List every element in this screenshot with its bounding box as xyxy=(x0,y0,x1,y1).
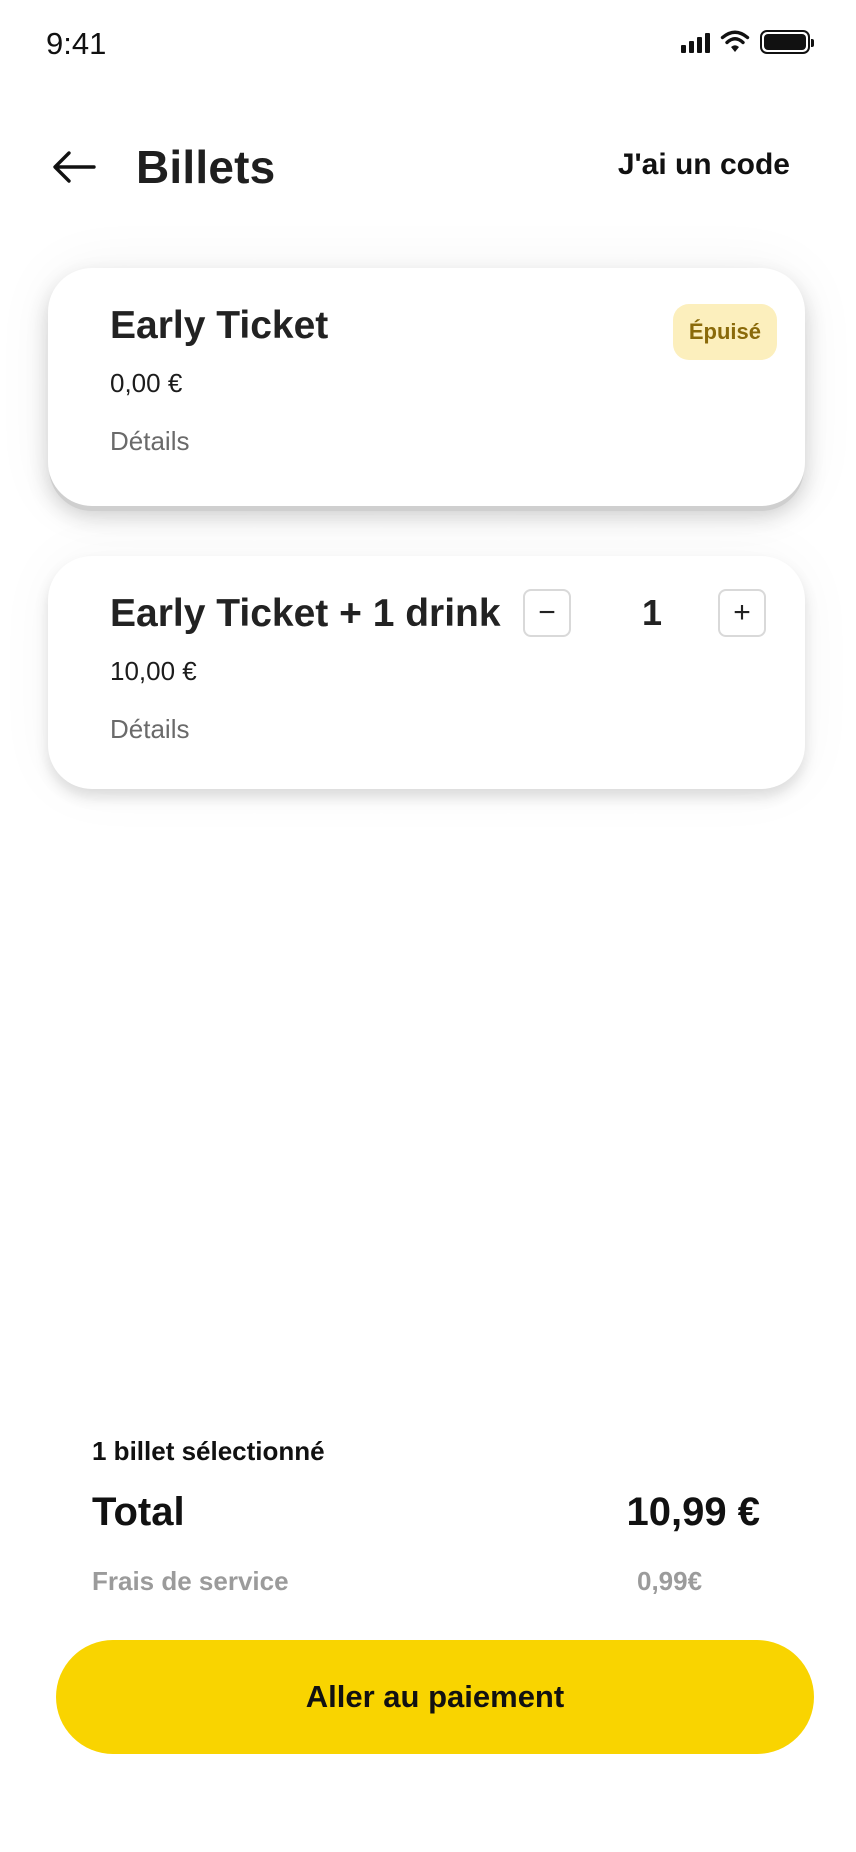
tickets-screen: 9:41 Billets J'ai un code Early Ticket 0… xyxy=(0,0,856,1852)
total-label: Total xyxy=(92,1490,185,1534)
increment-button[interactable]: + xyxy=(718,589,766,637)
sold-out-badge: Épuisé xyxy=(672,304,777,360)
ticket-details-link[interactable]: Détails xyxy=(110,714,189,745)
ticket-price: 10,00 € xyxy=(110,656,197,686)
page-title: Billets xyxy=(136,141,276,193)
ticket-name: Early Ticket + 1 drink xyxy=(110,592,501,635)
ticket-details-link[interactable]: Détails xyxy=(110,426,189,457)
back-button[interactable] xyxy=(50,143,98,191)
ticket-name: Early Ticket xyxy=(110,304,329,347)
ticket-card: Early Ticket + 1 drink 10,00 € Détails −… xyxy=(48,556,805,789)
status-icons xyxy=(681,30,814,54)
decrement-button[interactable]: − xyxy=(523,589,571,637)
status-time: 9:41 xyxy=(46,26,107,61)
promo-code-link[interactable]: J'ai un code xyxy=(618,148,790,182)
quantity-value: 1 xyxy=(641,592,663,633)
total-value: 10,99 € xyxy=(626,1490,760,1534)
service-fee-label: Frais de service xyxy=(92,1566,289,1596)
service-fee-value: 0,99€ xyxy=(637,1566,703,1596)
wifi-icon xyxy=(720,30,750,52)
arrow-left-icon xyxy=(53,151,96,183)
signal-icon xyxy=(681,31,710,53)
selected-count: 1 billet sélectionné xyxy=(92,1436,325,1466)
ticket-price: 0,00 € xyxy=(110,368,183,398)
checkout-button[interactable]: Aller au paiement xyxy=(56,1640,814,1754)
battery-icon xyxy=(760,30,814,54)
ticket-card: Early Ticket 0,00 € Détails Épuisé xyxy=(48,268,805,506)
